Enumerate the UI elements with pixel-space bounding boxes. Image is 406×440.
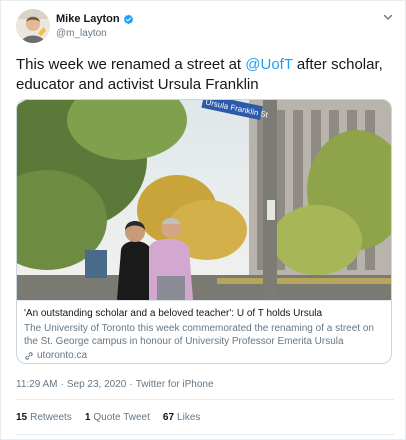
tweet-meta: 11:29 AM · Sep 23, 2020 · Twitter for iPhone — [16, 379, 217, 390]
card-title[interactable]: 'An outstanding scholar and a beloved te… — [24, 307, 386, 320]
tweet-text-start: This week we renamed a street at — [16, 56, 246, 73]
retweets-stat[interactable]: 15 Retweets — [16, 412, 72, 423]
card-domain-text: utoronto.ca — [37, 350, 88, 361]
retweets-label: Retweets — [30, 412, 72, 423]
card-description: The University of Toronto this week comm… — [24, 323, 374, 347]
chevron-down-icon[interactable] — [382, 11, 394, 23]
mention-link[interactable]: @UofT — [245, 56, 292, 73]
quotes-label: Quote Tweet — [93, 412, 150, 423]
divider — [16, 434, 394, 435]
author-handle[interactable]: @m_layton — [56, 28, 107, 39]
card-image[interactable]: Ursula Franklin St — [17, 100, 391, 300]
verified-badge-icon — [123, 13, 133, 24]
likes-count: 67 — [162, 412, 175, 423]
tweet-source[interactable]: Twitter for iPhone — [136, 379, 214, 390]
tweet-date[interactable]: Sep 23, 2020 — [67, 379, 127, 390]
link-icon — [25, 351, 33, 360]
tweet-text: This week we renamed a street at @UofT a… — [16, 55, 394, 95]
tweet-time[interactable]: 11:29 AM — [16, 379, 58, 390]
card-domain[interactable]: utoronto.ca — [24, 349, 386, 362]
meta-separator: · — [60, 379, 64, 390]
engagement-stats: 15 Retweets 1 Quote Tweet 67 Likes — [16, 412, 213, 423]
retweets-count: 15 — [16, 412, 28, 423]
meta-separator: · — [129, 379, 133, 390]
author-name[interactable]: Mike Layton — [56, 13, 120, 25]
likes-label: Likes — [177, 412, 201, 423]
quote-tweets-stat[interactable]: 1 Quote Tweet — [85, 412, 150, 423]
divider — [16, 399, 394, 400]
likes-stat[interactable]: 67 Likes — [163, 412, 200, 423]
tweet-container: Mike Layton @m_layton This week we renam… — [0, 0, 406, 440]
link-card[interactable]: Ursula Franklin St 'An outstanding schol… — [16, 99, 392, 364]
tweet-header: Mike Layton @m_layton — [16, 9, 394, 45]
avatar[interactable] — [16, 9, 50, 43]
quotes-count: 1 — [84, 412, 91, 423]
card-body: 'An outstanding scholar and a beloved te… — [17, 300, 391, 363]
